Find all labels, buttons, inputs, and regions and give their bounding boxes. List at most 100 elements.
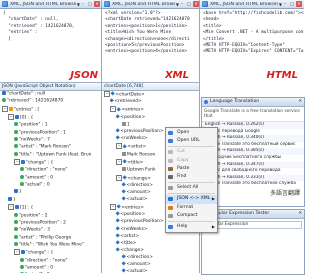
close-icon[interactable]: ✕ <box>296 1 302 7</box>
tree-node[interactable]: <amount> <box>102 262 201 269</box>
title-bar[interactable]: XML, JSON and HTML Browser ▼ – □ ✕ <box>0 0 102 9</box>
obj-node-icon <box>2 91 6 95</box>
expander-icon[interactable]: − <box>8 204 14 210</box>
tree-node[interactable]: } <box>0 189 102 196</box>
maximize-icon[interactable]: □ <box>87 1 93 7</box>
menu-item-open-url[interactable]: Open URL <box>166 137 217 145</box>
menu-item-icon <box>168 186 173 190</box>
source-editor[interactable]: <?xml version="1.0"?><chartDate retrieve… <box>102 10 201 74</box>
tree-node-label: "position" : 2 <box>19 213 48 218</box>
tree-node[interactable]: <retrieved> <box>102 99 201 106</box>
tree-node[interactable]: − [0] : { <box>0 114 102 122</box>
menu-item-paste[interactable]: Paste <box>166 165 217 173</box>
menu-item-select-all[interactable]: Select All <box>166 184 217 192</box>
menu-item-json-xml[interactable]: JSON <-> XML▶ <box>166 195 217 203</box>
tree-node[interactable]: −<chartDate> <box>102 91 201 99</box>
val-node-icon <box>20 182 24 186</box>
code-line: <entries><position>4</position> <box>105 49 198 55</box>
val-node-icon <box>14 130 18 134</box>
json-tree[interactable]: "chartDate" : null"retrieved" : 14216248… <box>0 91 102 273</box>
regex-input[interactable]: Regular Expression <box>204 221 302 229</box>
tree-node[interactable]: "artist" : "Phillip George <box>0 235 102 242</box>
menu-item-icon <box>168 206 173 210</box>
tree-node[interactable]: "noWeeks" : 7 <box>0 137 102 144</box>
tree-node[interactable]: "actual" : 0 <box>0 182 102 189</box>
tree-node[interactable]: "previousPosition" : 2 <box>0 220 102 227</box>
close-icon[interactable]: ✕ <box>298 210 302 218</box>
menu-item-label: Paste <box>177 166 189 171</box>
maximize-icon[interactable]: □ <box>186 1 192 7</box>
window-title: XML, JSON and HTML Browser <box>112 2 175 7</box>
tree-node[interactable]: "title" : "Wish You Were Mine" <box>0 242 102 249</box>
menu-item-open[interactable]: Open <box>166 129 217 137</box>
tree-node-label: <actual> <box>126 269 147 273</box>
source-editor[interactable]: <base href="http://fishcodelib.com/"><ht… <box>200 10 304 74</box>
tree-node[interactable]: "noWeeks" : 3 <box>0 227 102 234</box>
tree-node[interactable]: "chartDate" : null <box>0 91 102 98</box>
tree-node-label: <artist> <box>120 234 139 239</box>
val-node-icon <box>14 152 18 156</box>
val-node-icon <box>2 98 6 102</box>
tree-node[interactable]: "previousPosition" : 1 <box>0 130 102 137</box>
tree-node[interactable]: "position" : 2 <box>0 213 102 220</box>
tree-node-label: "previousPosition" : 2 <box>19 220 66 225</box>
tree-node[interactable]: −[1] : { <box>0 204 102 212</box>
tree-node[interactable]: "position" : 1 <box>0 122 102 129</box>
menu-item-icon <box>168 225 173 229</box>
tree-node[interactable]: "retrieved" : 1421624870 <box>0 98 102 105</box>
tree-node[interactable]: <direction> <box>102 255 201 262</box>
source-editor[interactable]: { "chartDate" : null, "retrieved" : 1421… <box>0 10 102 74</box>
menu-item-cut[interactable]: Cut <box>166 148 217 156</box>
tree-node[interactable]: −"change" : { <box>0 159 102 167</box>
close-icon[interactable]: ✕ <box>94 1 100 7</box>
tree-node-label: Uptown Funk <box>127 168 156 173</box>
tree-node[interactable]: <change> <box>102 248 201 255</box>
menu-item-label: JSON <-> XML <box>177 196 210 201</box>
minimize-icon[interactable]: – <box>179 1 185 7</box>
app-icon <box>104 1 110 7</box>
tree-node[interactable]: "artist" : "Mark Ronson" <box>0 144 102 151</box>
menu-item-icon <box>168 167 173 171</box>
expander-icon[interactable]: − <box>110 204 116 210</box>
menu-item-format[interactable]: Format <box>166 204 217 212</box>
expander-icon[interactable]: − <box>2 106 8 112</box>
val-node-icon <box>14 213 18 217</box>
close-icon[interactable]: ✕ <box>298 98 302 106</box>
window-title: XML, JSON and HTML Browser <box>210 2 278 7</box>
expander-icon[interactable]: − <box>14 159 20 165</box>
minimize-icon[interactable]: – <box>80 1 86 7</box>
tree-node-label: "noWeeks" : 3 <box>19 228 50 233</box>
expander-icon[interactable]: − <box>116 159 122 165</box>
maximize-icon[interactable]: □ <box>289 1 295 7</box>
tree-node-label: [0] : { <box>20 116 33 121</box>
menu-item-icon <box>168 197 173 201</box>
tree-node[interactable]: "amount" : 0 <box>0 265 102 272</box>
expander-icon[interactable]: − <box>8 114 14 120</box>
expander-icon[interactable]: − <box>116 175 122 181</box>
translation-note: Google Translate is a free translation s… <box>202 107 304 122</box>
panel-header[interactable]: Language Translation ✕ <box>202 98 304 107</box>
tree-node-label: <amount> <box>126 190 150 195</box>
menu-item-help[interactable]: Help▶ <box>166 223 217 231</box>
tree-node[interactable]: "direction" : "none" <box>0 258 102 265</box>
minimize-icon[interactable]: – <box>282 1 288 7</box>
tree-node[interactable]: } <box>0 197 102 204</box>
val-node-icon <box>20 167 24 171</box>
tree-node[interactable]: −"entries" : [ <box>0 106 102 114</box>
globe-icon <box>204 100 208 104</box>
expander-icon[interactable]: − <box>14 249 20 255</box>
tree-node[interactable]: −"change" : { <box>0 249 102 257</box>
tree-node[interactable]: <actual> <box>102 269 201 273</box>
tree-node[interactable]: "amount" : 0 <box>0 175 102 182</box>
expander-icon[interactable]: − <box>104 91 110 97</box>
xml-label: XML <box>165 70 189 81</box>
tree-node[interactable]: "direction" : "none" <box>0 167 102 174</box>
tree-node[interactable]: "title" : "Uptown Funk (feat. Brun <box>0 152 102 159</box>
menu-item-label: Find <box>177 174 186 179</box>
tree-node[interactable]: <position> <box>102 115 201 122</box>
menu-item-find[interactable]: Find <box>166 173 217 181</box>
menu-item-copy[interactable]: Copy <box>166 157 217 165</box>
title-bar[interactable]: XML, JSON and HTML Browser ▼ – □ ✕ <box>200 0 304 9</box>
title-bar[interactable]: XML, JSON and HTML Browser ▼ – □ ✕ <box>102 0 201 9</box>
menu-item-compact[interactable]: Compact <box>166 212 217 220</box>
